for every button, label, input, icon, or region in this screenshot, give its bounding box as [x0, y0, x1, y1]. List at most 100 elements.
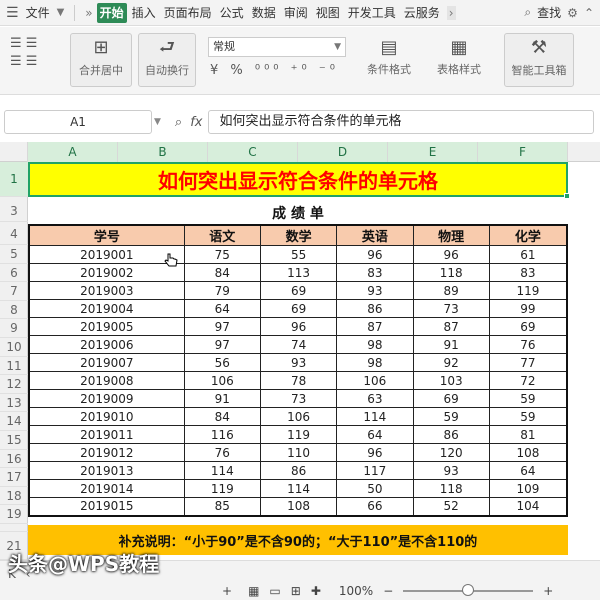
header-cell-1[interactable]: 语文	[183, 224, 261, 246]
table-cell[interactable]: 119	[183, 479, 261, 498]
table-cell[interactable]: 76	[183, 443, 261, 462]
table-cell[interactable]: 2019005	[28, 317, 185, 336]
table-cell[interactable]: 96	[412, 245, 490, 264]
table-cell[interactable]: 83	[336, 263, 414, 282]
select-all-corner[interactable]	[0, 142, 28, 162]
table-cell[interactable]: 113	[259, 263, 338, 282]
table-cell[interactable]: 2019001	[28, 245, 185, 264]
table-cell[interactable]: 59	[412, 407, 490, 426]
table-cell[interactable]: 91	[183, 389, 261, 408]
table-cell[interactable]: 98	[336, 353, 414, 372]
table-style-button[interactable]: ▦ 表格样式	[428, 35, 490, 77]
zoom-slider[interactable]	[403, 584, 534, 596]
table-cell[interactable]: 52	[412, 497, 490, 516]
merge-center-button[interactable]: ⊞ 合并居中	[70, 33, 132, 87]
table-cell[interactable]: 96	[336, 443, 414, 462]
row-header-1[interactable]: 1	[0, 162, 28, 197]
number-format-select[interactable]: 常规 ▼	[208, 37, 346, 57]
column-header-E[interactable]: E	[388, 142, 478, 162]
table-cell[interactable]: 63	[336, 389, 414, 408]
table-cell[interactable]: 97	[183, 335, 261, 354]
tab-5[interactable]: 审阅	[281, 3, 311, 23]
wrap-text-button[interactable]: ⮐ 自动换行	[138, 33, 196, 87]
settings-icon[interactable]: ⚙	[567, 6, 578, 20]
row-header-16[interactable]: 16	[0, 450, 28, 469]
header-cell-5[interactable]: 化学	[488, 224, 568, 246]
table-cell[interactable]: 69	[412, 389, 490, 408]
subtitle-cell[interactable]: 成 绩 单	[28, 204, 568, 224]
table-cell[interactable]: 114	[336, 407, 414, 426]
row-header-11[interactable]: 11	[0, 357, 28, 376]
tab-2[interactable]: 页面布局	[161, 3, 215, 23]
table-cell[interactable]: 86	[412, 425, 490, 444]
zoom-icon[interactable]: ⌕	[175, 115, 182, 130]
table-cell[interactable]: 59	[488, 389, 568, 408]
column-header-A[interactable]: A	[28, 142, 118, 162]
row-header-18[interactable]: 18	[0, 487, 28, 506]
table-cell[interactable]: 2019013	[28, 461, 185, 480]
more-icon[interactable]: »	[85, 6, 92, 20]
table-cell[interactable]: 108	[488, 443, 568, 462]
table-cell[interactable]: 59	[488, 407, 568, 426]
page-break-icon[interactable]: ⊞	[291, 584, 301, 598]
tab-6[interactable]: 视图	[313, 3, 343, 23]
table-cell[interactable]: 84	[183, 263, 261, 282]
table-cell[interactable]: 118	[412, 479, 490, 498]
conditional-format-button[interactable]: ▤ 条件格式	[360, 35, 418, 77]
table-cell[interactable]: 2019003	[28, 281, 185, 300]
menu-icon[interactable]: ☰	[6, 5, 19, 21]
table-cell[interactable]: 69	[259, 299, 338, 318]
table-cell[interactable]: 99	[488, 299, 568, 318]
table-cell[interactable]: 64	[183, 299, 261, 318]
table-cell[interactable]: 85	[183, 497, 261, 516]
zoom-in-icon[interactable]: +	[543, 584, 553, 598]
table-cell[interactable]: 66	[336, 497, 414, 516]
table-cell[interactable]: 103	[412, 371, 490, 390]
table-cell[interactable]: 74	[259, 335, 338, 354]
table-cell[interactable]: 2019008	[28, 371, 185, 390]
row-header-10[interactable]: 10	[0, 338, 28, 357]
table-cell[interactable]: 56	[183, 353, 261, 372]
table-cell[interactable]: 87	[336, 317, 414, 336]
fx-icon[interactable]: fx	[190, 115, 202, 130]
row-header-12[interactable]: 12	[0, 375, 28, 394]
column-header-D[interactable]: D	[298, 142, 388, 162]
table-cell[interactable]: 69	[488, 317, 568, 336]
spreadsheet-grid[interactable]: 如何突出显示符合条件的单元格 成 绩 单 学号 语文 数学 英语 物理 化学 201900…	[28, 162, 600, 560]
table-cell[interactable]: 2019006	[28, 335, 185, 354]
row-header-5[interactable]: 5	[0, 245, 28, 264]
add-sheet-icon[interactable]: +	[222, 584, 232, 598]
table-cell[interactable]: 2019009	[28, 389, 185, 408]
table-cell[interactable]: 76	[488, 335, 568, 354]
table-cell[interactable]: 106	[259, 407, 338, 426]
table-cell[interactable]: 2019011	[28, 425, 185, 444]
table-cell[interactable]: 93	[259, 353, 338, 372]
table-cell[interactable]: 2019014	[28, 479, 185, 498]
minimize-ribbon-icon[interactable]: ⌃	[584, 6, 594, 20]
table-cell[interactable]: 2019010	[28, 407, 185, 426]
table-cell[interactable]: 2019015	[28, 497, 185, 516]
row-header-6[interactable]: 6	[0, 264, 28, 283]
table-cell[interactable]: 106	[336, 371, 414, 390]
table-cell[interactable]: 106	[183, 371, 261, 390]
table-cell[interactable]: 89	[412, 281, 490, 300]
row-header-20[interactable]	[0, 524, 28, 532]
table-cell[interactable]: 84	[183, 407, 261, 426]
column-header-C[interactable]: C	[208, 142, 298, 162]
table-cell[interactable]: 50	[336, 479, 414, 498]
zoom-knob[interactable]	[462, 584, 475, 596]
header-cell-2[interactable]: 数学	[259, 224, 338, 246]
row-header-15[interactable]: 15	[0, 431, 28, 450]
table-cell[interactable]: 79	[183, 281, 261, 300]
chevron-down-icon[interactable]: ▼	[57, 7, 65, 18]
table-cell[interactable]: 2019007	[28, 353, 185, 372]
row-header-17[interactable]: 17	[0, 468, 28, 487]
table-cell[interactable]: 120	[412, 443, 490, 462]
table-cell[interactable]: 118	[412, 263, 490, 282]
table-cell[interactable]: 64	[488, 461, 568, 480]
table-cell[interactable]: 117	[336, 461, 414, 480]
row-header-8[interactable]: 8	[0, 301, 28, 320]
table-cell[interactable]: 119	[488, 281, 568, 300]
table-cell[interactable]: 110	[259, 443, 338, 462]
row-header-14[interactable]: 14	[0, 412, 28, 431]
